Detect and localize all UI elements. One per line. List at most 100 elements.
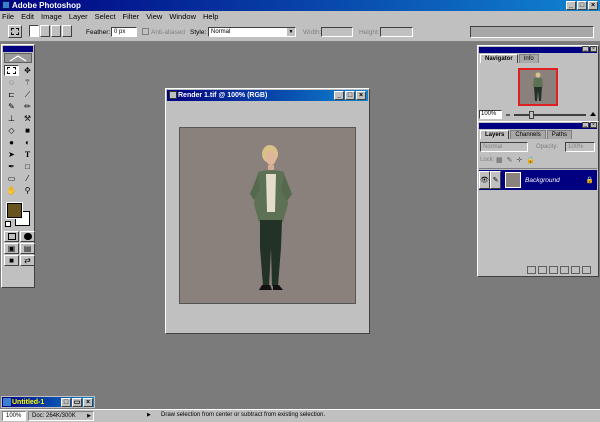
notes-icon[interactable]: ▭ (4, 173, 19, 184)
menu-layer[interactable]: Layer (69, 12, 88, 21)
lock-transparency-icon[interactable]: ▦ (496, 156, 503, 164)
tab-layers[interactable]: Layers (480, 130, 510, 139)
menu-edit[interactable]: Edit (21, 12, 34, 21)
magic-wand-icon[interactable]: ⚚ (20, 77, 35, 88)
eraser-icon[interactable]: ◇ (4, 125, 19, 136)
brush-link-icon[interactable]: ✎ (490, 171, 501, 189)
zoom-icon[interactable]: ⚲ (20, 185, 35, 196)
layer-row[interactable]: 👁 ✎ Background 🔒 (479, 170, 597, 190)
navigator-minimize-button[interactable]: _ (582, 46, 589, 52)
quick-mask-icon[interactable] (20, 231, 35, 242)
lasso-icon[interactable]: ◌ (4, 77, 19, 88)
feather-input[interactable]: 0 px (111, 27, 137, 37)
zoom-slider-thumb[interactable] (529, 111, 534, 119)
pen-icon[interactable]: ✒ (4, 161, 19, 172)
blur-icon[interactable]: ● (4, 137, 19, 148)
app-title-bar[interactable]: Adobe Photoshop _ □ × (0, 0, 600, 11)
crop-icon[interactable]: ⊏ (4, 89, 19, 100)
tab-channels[interactable]: Channels (510, 130, 546, 139)
tab-info[interactable]: Info (518, 54, 539, 63)
minimized-maximize-button[interactable]: ▭ (72, 398, 82, 407)
tab-navigator[interactable]: Navigator (480, 54, 518, 63)
lock-pixels-icon[interactable]: ✎ (507, 156, 513, 164)
document-close-button[interactable]: × (356, 91, 366, 100)
navigator-title-bar[interactable]: _ × (479, 46, 597, 53)
toolbox-title-bar[interactable] (3, 46, 33, 52)
new-set-icon[interactable] (549, 266, 558, 274)
eye-icon[interactable]: 👁 (479, 171, 490, 189)
dodge-icon[interactable]: ◐ (20, 137, 35, 148)
navigator-zoom-input[interactable]: 100% (479, 110, 502, 119)
zoom-slider[interactable] (514, 111, 586, 119)
lock-position-icon[interactable]: ✛ (517, 156, 523, 164)
jump-to-imageready-icon[interactable]: ⇄ (20, 255, 35, 266)
layer-mask-icon[interactable] (538, 266, 547, 274)
status-menu-arrow-icon: ▶ (87, 413, 91, 419)
move-icon[interactable]: ✥ (20, 65, 35, 76)
foreground-color-swatch[interactable] (7, 203, 22, 218)
document-maximize-button[interactable]: □ (345, 91, 355, 100)
lock-all-icon[interactable]: 🔒 (526, 156, 535, 164)
opacity-input[interactable]: 100% (565, 142, 595, 152)
document-minimize-button[interactable]: _ (334, 91, 344, 100)
image-canvas[interactable] (179, 127, 356, 304)
menu-window[interactable]: Window (169, 12, 196, 21)
slice-icon[interactable]: ⟋ (20, 89, 35, 100)
blend-mode-select[interactable]: Normal (480, 142, 528, 152)
close-button[interactable]: × (588, 1, 598, 10)
menu-view[interactable]: View (146, 12, 162, 21)
new-layer-icon[interactable] (571, 266, 580, 274)
zoom-out-icon[interactable] (505, 110, 511, 117)
tool-preset-button[interactable] (8, 25, 22, 38)
trash-icon[interactable] (582, 266, 591, 274)
anti-aliased-checkbox[interactable] (142, 28, 149, 35)
type-icon[interactable]: T (20, 149, 35, 160)
maximize-button[interactable]: □ (577, 1, 587, 10)
screen-mode-full-icon[interactable]: ■ (4, 255, 19, 266)
minimize-button[interactable]: _ (566, 1, 576, 10)
document-title-bar[interactable]: Render 1.tif @ 100% (RGB) _ □ × (167, 90, 368, 101)
adjustment-layer-icon[interactable] (560, 266, 569, 274)
navigator-close-button[interactable]: × (590, 46, 597, 52)
layers-close-button[interactable]: × (590, 122, 597, 128)
width-input[interactable] (321, 27, 353, 37)
marquee-icon[interactable] (4, 65, 19, 76)
menu-file[interactable]: File (2, 12, 14, 21)
eyedropper-icon[interactable]: ⁄ (20, 173, 35, 184)
minimized-document-window[interactable]: Untitled-1 □ ▭ × (1, 396, 95, 408)
subtract-selection-icon[interactable] (51, 25, 61, 37)
zoom-in-icon[interactable] (589, 110, 597, 118)
menu-filter[interactable]: Filter (123, 12, 140, 21)
pencil-icon[interactable]: ✏ (20, 101, 35, 112)
status-zoom-input[interactable]: 100% (2, 411, 26, 421)
adobe-online-button[interactable] (4, 53, 32, 63)
screen-mode-menu-icon[interactable]: ▤ (20, 243, 35, 254)
height-input[interactable] (380, 27, 413, 37)
layer-style-icon[interactable] (527, 266, 536, 274)
new-selection-icon[interactable] (29, 25, 39, 37)
style-select[interactable]: Normal ▼ (208, 27, 296, 37)
minimized-restore-button[interactable]: □ (61, 398, 71, 407)
layers-title-bar[interactable]: _ × (479, 122, 597, 129)
menu-select[interactable]: Select (95, 12, 116, 21)
path-select-icon[interactable]: ➤ (4, 149, 19, 160)
add-selection-icon[interactable] (40, 25, 50, 37)
history-brush-icon[interactable]: ⚒ (20, 113, 35, 124)
palette-well[interactable] (470, 26, 594, 38)
default-colors-icon[interactable] (5, 221, 11, 227)
hand-icon[interactable]: ✋ (4, 185, 19, 196)
status-doc-size[interactable]: Doc: 264K/300K ▶ (28, 411, 94, 421)
intersect-selection-icon[interactable] (62, 25, 72, 37)
shape-icon[interactable]: □ (20, 161, 35, 172)
screen-mode-standard-icon[interactable]: ▣ (4, 243, 19, 254)
gradient-icon[interactable]: ■ (20, 125, 35, 136)
menu-image[interactable]: Image (41, 12, 62, 21)
menu-help[interactable]: Help (203, 12, 218, 21)
standard-mode-icon[interactable] (4, 231, 19, 242)
tab-paths[interactable]: Paths (546, 130, 573, 139)
brush-icon[interactable]: ✎ (4, 101, 19, 112)
minimized-close-button[interactable]: × (83, 398, 93, 407)
navigator-thumbnail[interactable] (518, 68, 558, 106)
layers-minimize-button[interactable]: _ (582, 122, 589, 128)
stamp-icon[interactable]: ⊥ (4, 113, 19, 124)
